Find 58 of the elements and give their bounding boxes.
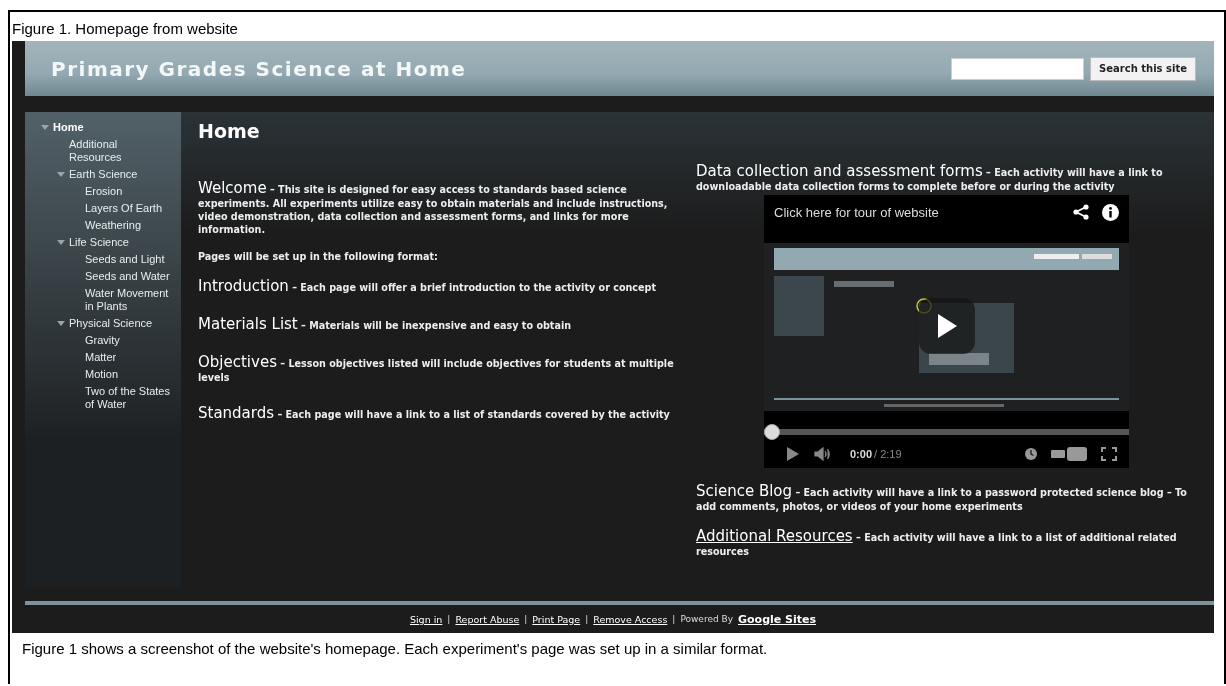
separator: | [524,614,528,624]
section-text: Materials List – Materials will be inexpensive and easy to obtain [198,315,573,333]
nav-link[interactable]: Life Science [69,235,129,252]
progress-thumb[interactable] [764,424,780,440]
figure-description: Figure 1 shows a screenshot of the website's homepage. Each experiment's page was set up in a similar format. [22,640,769,657]
nav-link[interactable]: Erosion [85,184,123,201]
volume-icon[interactable] [814,447,832,461]
video-logo-icon[interactable] [1051,447,1087,461]
footer-text: Powered By [680,614,733,624]
figure-caption: Figure 1. Homepage from website [12,20,239,38]
separator: | [672,614,676,624]
search-button[interactable]: Search this site [1090,56,1196,81]
play-icon[interactable] [786,446,800,462]
expand-arrow-icon[interactable] [57,240,65,245]
nav-link[interactable]: Matter [85,350,117,367]
nav-link[interactable]: Water Movement in Plants [85,286,171,316]
nav-link[interactable]: Home [53,120,84,137]
paragraph: Pages will be set up in the following format: [198,250,439,263]
play-icon [935,313,958,339]
clock-icon[interactable] [1025,448,1037,460]
nav-link[interactable]: Earth Science [69,167,138,184]
fullscreen-icon[interactable] [1101,447,1117,461]
nav-link[interactable]: Motion [85,367,119,384]
expand-arrow-icon[interactable] [41,125,49,130]
footer-link[interactable]: Remove Access [593,613,668,625]
nav-link[interactable]: Additional Resources [69,137,155,167]
section-text: Data collection and assessment forms – Each activity will have a link to downloadable data collection forms to complete before or during the activity [696,162,1164,193]
share-icon[interactable] [1072,203,1090,221]
nav-link[interactable]: Seeds and Light [85,252,165,269]
duration: / 2:19 [874,448,902,460]
page-heading: Home [198,120,261,142]
expand-arrow-icon[interactable] [57,321,65,326]
search-field[interactable] [951,57,1085,80]
nav-link[interactable]: Layers Of Earth [85,201,163,218]
section-link[interactable]: Additional Resources [696,527,853,545]
video-title[interactable]: Click here for tour of website [774,204,1060,220]
section-text: Additional Resources – Each activity will have a link to a list of additional related resources [696,527,1178,558]
footer-link[interactable]: Google Sites [738,612,817,626]
separator: | [585,614,589,624]
section-text: Objectives – Lesson objectives listed will include objectives for students at multiple levels [198,353,675,384]
nav-link[interactable]: Two of the States of Water [85,384,171,414]
section-text: Welcome – This site is designed for easy access to standards based science experiments. All experiments utilize easy to obtain materials and include instructions, video demonstration, data collection and assessment forms, and links for more information. [198,179,669,236]
current-time: 0:00 [850,448,873,460]
info-icon[interactable] [1102,203,1119,221]
section-text: Introduction – Each page will offer a brief introduction to the activity or concept [198,277,657,295]
footer-link[interactable]: Sign in [409,613,443,625]
video-player[interactable]: Click here for tour of website 0:00 / 2:19 [764,195,1129,468]
nav-link[interactable]: Physical Science [69,316,153,333]
expand-arrow-icon[interactable] [57,172,65,177]
separator: | [447,614,451,624]
section-text: Science Blog – Each activity will have a link to a password protected science blog – To add comments, photos, or videos of your home experiments [696,482,1188,513]
nav-link[interactable]: Weathering [85,218,142,235]
footer-link[interactable]: Report Abuse [455,613,520,625]
nav-link[interactable]: Gravity [85,333,120,350]
nav-link[interactable]: Seeds and Water [85,269,170,286]
play-button[interactable] [918,298,975,354]
section-text: Standards – Each page will have a link to a list of standards covered by the activity [198,404,671,422]
footer-link[interactable]: Print Page [532,613,581,625]
